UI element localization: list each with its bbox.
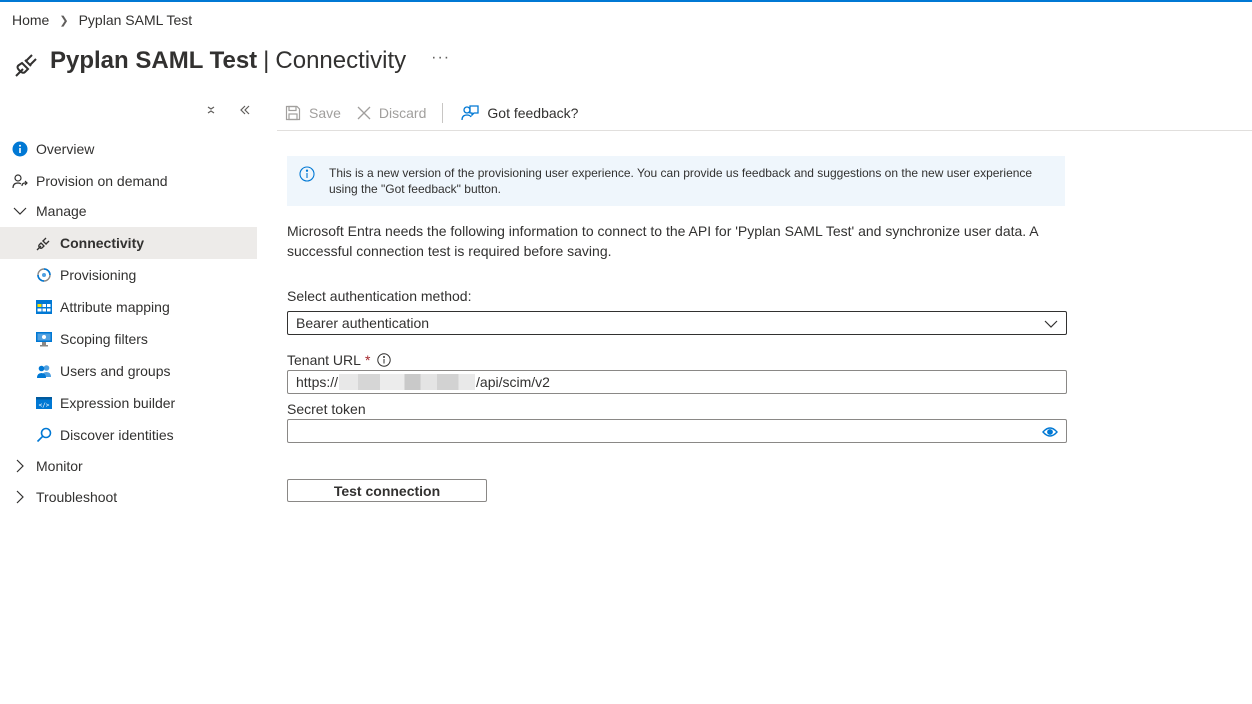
- save-button[interactable]: Save: [285, 105, 341, 121]
- users-icon: [36, 363, 52, 379]
- info-icon[interactable]: [377, 353, 392, 367]
- tenant-url-input[interactable]: https:// /api/scim/v2: [287, 370, 1067, 394]
- info-icon: [299, 166, 315, 197]
- search-icon: [36, 427, 52, 443]
- got-feedback-button[interactable]: Got feedback?: [461, 104, 578, 122]
- auth-method-value: Bearer authentication: [296, 315, 430, 331]
- required-marker: *: [364, 352, 371, 368]
- sidebar-item-attribute-mapping[interactable]: Attribute mapping: [0, 291, 257, 323]
- table-icon: [36, 299, 52, 315]
- collapse-all-icon[interactable]: [205, 103, 217, 119]
- sidebar-item-label: Troubleshoot: [36, 489, 118, 505]
- sidebar-item-label: Expression builder: [60, 395, 176, 411]
- sidebar-item-label: Discover identities: [60, 427, 174, 443]
- secret-token-label: Secret token: [287, 401, 366, 417]
- sidebar-item-label: Provision on demand: [36, 173, 168, 189]
- sidebar-item-users-and-groups[interactable]: Users and groups: [0, 355, 257, 387]
- redacted-host: [339, 374, 476, 390]
- eye-icon[interactable]: [1042, 425, 1058, 441]
- page-title: Pyplan SAML Test: [50, 47, 258, 74]
- connection-description: Microsoft Entra needs the following info…: [287, 223, 1038, 259]
- test-connection-button[interactable]: Test connection: [287, 479, 487, 502]
- sidebar-item-provision-on-demand[interactable]: Provision on demand: [0, 165, 257, 197]
- more-options-button[interactable]: ···: [431, 49, 450, 67]
- tenant-url-suffix: /api/scim/v2: [476, 374, 550, 390]
- save-label: Save: [309, 105, 341, 121]
- sidebar-item-label: Users and groups: [60, 363, 171, 379]
- secret-token-input[interactable]: [287, 419, 1067, 443]
- plug-icon: [36, 235, 52, 251]
- sidebar-item-label: Monitor: [36, 458, 83, 474]
- discard-label: Discard: [378, 105, 427, 121]
- sidebar-item-overview[interactable]: Overview: [0, 133, 257, 165]
- save-icon: [285, 105, 301, 121]
- sidebar-item-scoping-filters[interactable]: Scoping filters: [0, 323, 257, 355]
- sidebar-item-connectivity[interactable]: Connectivity: [0, 227, 257, 259]
- sidebar-item-manage[interactable]: Manage: [0, 197, 257, 225]
- info-icon: [12, 141, 28, 157]
- code-icon: </>: [36, 395, 52, 411]
- title-separator: |: [263, 47, 270, 74]
- provisioning-icon: [36, 267, 52, 283]
- auth-method-dropdown[interactable]: Bearer authentication: [287, 311, 1067, 335]
- page-subtitle: Connectivity: [275, 47, 407, 74]
- sidebar-item-label: Scoping filters: [60, 331, 148, 347]
- sidebar-item-monitor[interactable]: Monitor: [0, 451, 257, 481]
- sidebar-item-label: Manage: [36, 203, 87, 219]
- auth-method-label: Select authentication method:: [287, 288, 472, 304]
- info-banner-text: This is a new version of the provisionin…: [329, 166, 1033, 196]
- breadcrumb-current-link[interactable]: Pyplan SAML Test: [79, 12, 193, 28]
- info-banner: This is a new version of the provisionin…: [287, 156, 1065, 206]
- chevron-right-icon: ❯: [59, 14, 69, 27]
- command-bar: Save Discard Got feedback?: [277, 96, 1252, 131]
- chevron-down-icon: [12, 203, 28, 219]
- sidebar-item-label: Connectivity: [60, 235, 145, 251]
- feedback-label: Got feedback?: [487, 105, 579, 121]
- sidebar-item-label: Overview: [36, 141, 95, 157]
- chevron-right-icon: [12, 489, 28, 505]
- tenant-url-label-row: Tenant URL *: [287, 352, 392, 368]
- provision-on-demand-icon: [12, 173, 28, 189]
- tenant-url-label: Tenant URL: [287, 352, 361, 368]
- plug-icon: [11, 46, 43, 82]
- discard-button[interactable]: Discard: [357, 105, 426, 121]
- collapse-sidebar-icon[interactable]: [239, 103, 251, 119]
- monitor-icon: [36, 331, 52, 347]
- svg-text:</>: </>: [39, 402, 50, 409]
- sidebar: Overview Provision on demand Manage Conn…: [0, 133, 257, 513]
- sidebar-item-troubleshoot[interactable]: Troubleshoot: [0, 481, 257, 513]
- sidebar-item-discover-identities[interactable]: Discover identities: [0, 419, 257, 451]
- breadcrumb: Home ❯ Pyplan SAML Test: [12, 12, 192, 28]
- sidebar-item-expression-builder[interactable]: </> Expression builder: [0, 387, 257, 419]
- chevron-down-icon: [1044, 317, 1058, 333]
- sidebar-item-label: Attribute mapping: [60, 299, 170, 315]
- chevron-right-icon: [12, 458, 28, 474]
- sidebar-item-provisioning[interactable]: Provisioning: [0, 259, 257, 291]
- page-header: Pyplan SAML Test | Connectivity ···: [11, 40, 450, 82]
- toolbar-divider: [442, 103, 444, 123]
- top-accent-line: [0, 0, 1252, 2]
- close-icon: [357, 106, 371, 120]
- tenant-url-prefix: https://: [296, 374, 339, 390]
- sidebar-item-label: Provisioning: [60, 267, 137, 283]
- feedback-icon: [461, 105, 480, 121]
- breadcrumb-home-link[interactable]: Home: [12, 12, 49, 28]
